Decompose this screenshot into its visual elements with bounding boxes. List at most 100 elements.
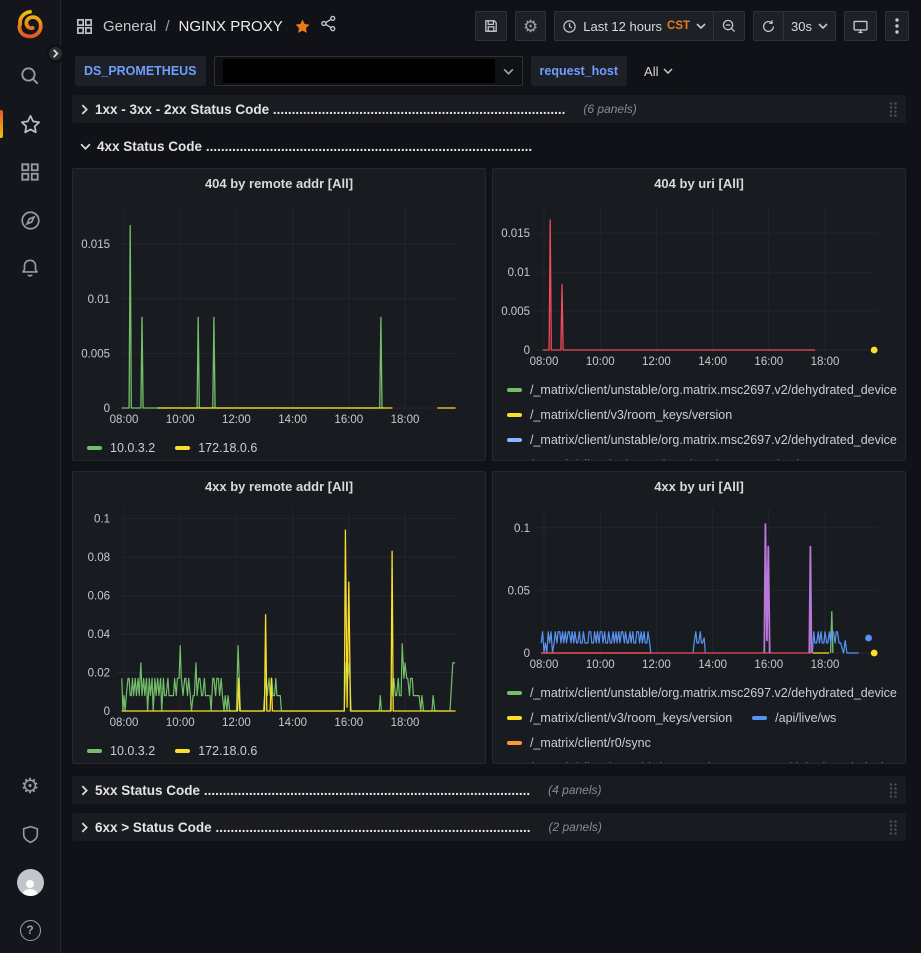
row-panel-count: (4 panels): [548, 783, 888, 797]
redacted-value: [223, 59, 495, 83]
legend-swatch: [507, 438, 522, 442]
panel-title[interactable]: 404 by remote addr [All]: [73, 169, 485, 198]
legend-item[interactable]: 172.18.0.6: [175, 738, 257, 763]
row-5xx[interactable]: 5xx Status Code ........................…: [72, 776, 906, 804]
share-icon[interactable]: [320, 15, 337, 37]
legend-item[interactable]: /_matrix/client/v3/room_keys/version: [507, 452, 732, 460]
sidebar-item-starred[interactable]: [8, 109, 52, 139]
legend-item[interactable]: 10.0.3.2: [87, 738, 155, 763]
svg-text:10:00: 10:00: [166, 414, 195, 426]
svg-text:16:00: 16:00: [334, 717, 363, 729]
legend-item[interactable]: 10.0.3.2: [87, 435, 155, 460]
chart-legend: 10.0.3.2 172.18.0.6: [73, 433, 485, 460]
zoom-out-time-button[interactable]: [714, 11, 745, 41]
row-1xx-3xx-2xx[interactable]: 1xx - 3xx - 2xx Status Code ............…: [72, 95, 906, 123]
kiosk-mode-button[interactable]: [844, 11, 877, 41]
legend-item[interactable]: /sw.js: [752, 452, 806, 460]
time-series-chart[interactable]: 00.0050.010.01508:0010:0012:0014:0016:00…: [73, 198, 485, 433]
sidebar-item-alerting[interactable]: [8, 253, 52, 283]
svg-text:14:00: 14:00: [698, 356, 727, 368]
breadcrumb-folder[interactable]: General: [103, 18, 156, 35]
legend-label: /api/live/ws: [775, 711, 836, 725]
svg-text:0.015: 0.015: [81, 239, 110, 251]
breadcrumb-separator: /: [165, 18, 169, 35]
help-icon: ?: [20, 920, 41, 941]
legend-swatch: [507, 741, 522, 745]
legend-label: 172.18.0.6: [198, 441, 257, 455]
svg-text:14:00: 14:00: [698, 659, 727, 671]
chevron-down-icon: [696, 23, 706, 29]
page-title: NGINX PROXY: [179, 18, 283, 35]
clock-icon: [562, 19, 577, 34]
svg-text:12:00: 12:00: [222, 717, 251, 729]
legend-swatch: [175, 749, 190, 753]
panel-title[interactable]: 404 by uri [All]: [493, 169, 905, 198]
row-drag-handle[interactable]: [888, 101, 898, 118]
svg-text:18:00: 18:00: [811, 356, 840, 368]
refresh-interval-picker[interactable]: 30s: [784, 11, 836, 41]
more-options-button[interactable]: [885, 11, 909, 41]
svg-text:16:00: 16:00: [754, 659, 783, 671]
svg-text:08:00: 08:00: [110, 717, 139, 729]
magnifier-minus-icon: [721, 18, 737, 34]
legend-item[interactable]: /_matrix/client/v3/room_keys/version: [507, 705, 732, 730]
sidebar-item-server-admin[interactable]: [8, 819, 52, 849]
legend-item[interactable]: /api/live/ws: [752, 705, 836, 730]
datasource-dropdown[interactable]: [214, 56, 523, 86]
monitor-icon: [852, 18, 869, 35]
row-drag-handle[interactable]: [888, 782, 898, 799]
sidebar-item-profile[interactable]: [8, 867, 52, 897]
variable-label-ds-prometheus: DS_PROMETHEUS: [75, 56, 206, 86]
svg-text:0.005: 0.005: [81, 348, 110, 360]
chevron-right-icon: [80, 822, 89, 833]
grafana-logo[interactable]: [8, 9, 52, 39]
legend-item[interactable]: /_matrix/client/v3/room_keys/version: [507, 402, 732, 427]
sidebar-item-explore[interactable]: [8, 205, 52, 235]
sidebar: ⚙ ?: [0, 0, 61, 953]
row-panel-count: (2 panels): [549, 820, 889, 834]
refresh-icon: [761, 19, 776, 34]
chevron-down-icon: [80, 142, 91, 151]
legend-swatch: [507, 691, 522, 695]
time-range-picker[interactable]: Last 12 hours CST: [554, 11, 714, 41]
svg-text:16:00: 16:00: [334, 414, 363, 426]
sidebar-item-dashboards[interactable]: [8, 157, 52, 187]
legend-label: /_matrix/client/unstable/org.matrix.msc2…: [530, 433, 897, 447]
search-icon[interactable]: [8, 61, 52, 91]
legend-item[interactable]: /_matrix/client/unstable/org.matrix.msc2…: [507, 377, 897, 402]
svg-text:0.005: 0.005: [501, 306, 530, 318]
time-series-chart[interactable]: 00.020.040.060.080.108:0010:0012:0014:00…: [73, 501, 485, 736]
svg-text:12:00: 12:00: [642, 659, 671, 671]
legend-item[interactable]: /_matrix/client/unstable/org.matrix.msc2…: [507, 427, 897, 452]
sidebar-item-configuration[interactable]: ⚙: [8, 771, 52, 801]
favorite-star-icon[interactable]: [294, 18, 311, 35]
chart-panel: 404 by remote addr [All] 00.0050.010.015…: [72, 168, 486, 461]
row-4xx[interactable]: 4xx Status Code ........................…: [72, 132, 906, 160]
chart-legend: /_matrix/client/unstable/org.matrix.msc2…: [493, 678, 905, 763]
legend-item[interactable]: /_matrix/client/unstable/org.matrix.msc2…: [507, 755, 897, 763]
legend-item[interactable]: /_matrix/client/r0/sync: [507, 730, 651, 755]
legend-label: /_matrix/client/unstable/org.matrix.msc2…: [530, 686, 897, 700]
refresh-button[interactable]: [753, 11, 784, 41]
svg-text:10:00: 10:00: [586, 659, 615, 671]
legend-label: 10.0.3.2: [110, 441, 155, 455]
time-range-label: Last 12 hours: [583, 19, 662, 34]
panel-title[interactable]: 4xx by remote addr [All]: [73, 472, 485, 501]
row-drag-handle[interactable]: [888, 819, 898, 836]
time-series-chart[interactable]: 00.050.108:0010:0012:0014:0016:0018:00: [493, 501, 905, 678]
row-6xx[interactable]: 6xx > Status Code ......................…: [72, 813, 906, 841]
save-dashboard-button[interactable]: [475, 11, 507, 41]
request-host-dropdown[interactable]: All: [635, 56, 682, 86]
sidebar-item-help[interactable]: ?: [8, 915, 52, 945]
sidebar-expand-button[interactable]: [46, 44, 65, 63]
legend-label: /_matrix/client/v3/room_keys/version: [530, 458, 732, 461]
chart-panel: 4xx by remote addr [All] 00.020.040.060.…: [72, 471, 486, 764]
legend-item[interactable]: /_matrix/client/unstable/org.matrix.msc2…: [507, 680, 897, 705]
gear-icon: ⚙: [523, 18, 538, 35]
dashboard-settings-button[interactable]: ⚙: [515, 11, 546, 41]
svg-text:10:00: 10:00: [586, 356, 615, 368]
svg-text:0.1: 0.1: [514, 523, 530, 535]
panel-title[interactable]: 4xx by uri [All]: [493, 472, 905, 501]
time-series-chart[interactable]: 00.0050.010.01508:0010:0012:0014:0016:00…: [493, 198, 905, 375]
legend-item[interactable]: 172.18.0.6: [175, 435, 257, 460]
